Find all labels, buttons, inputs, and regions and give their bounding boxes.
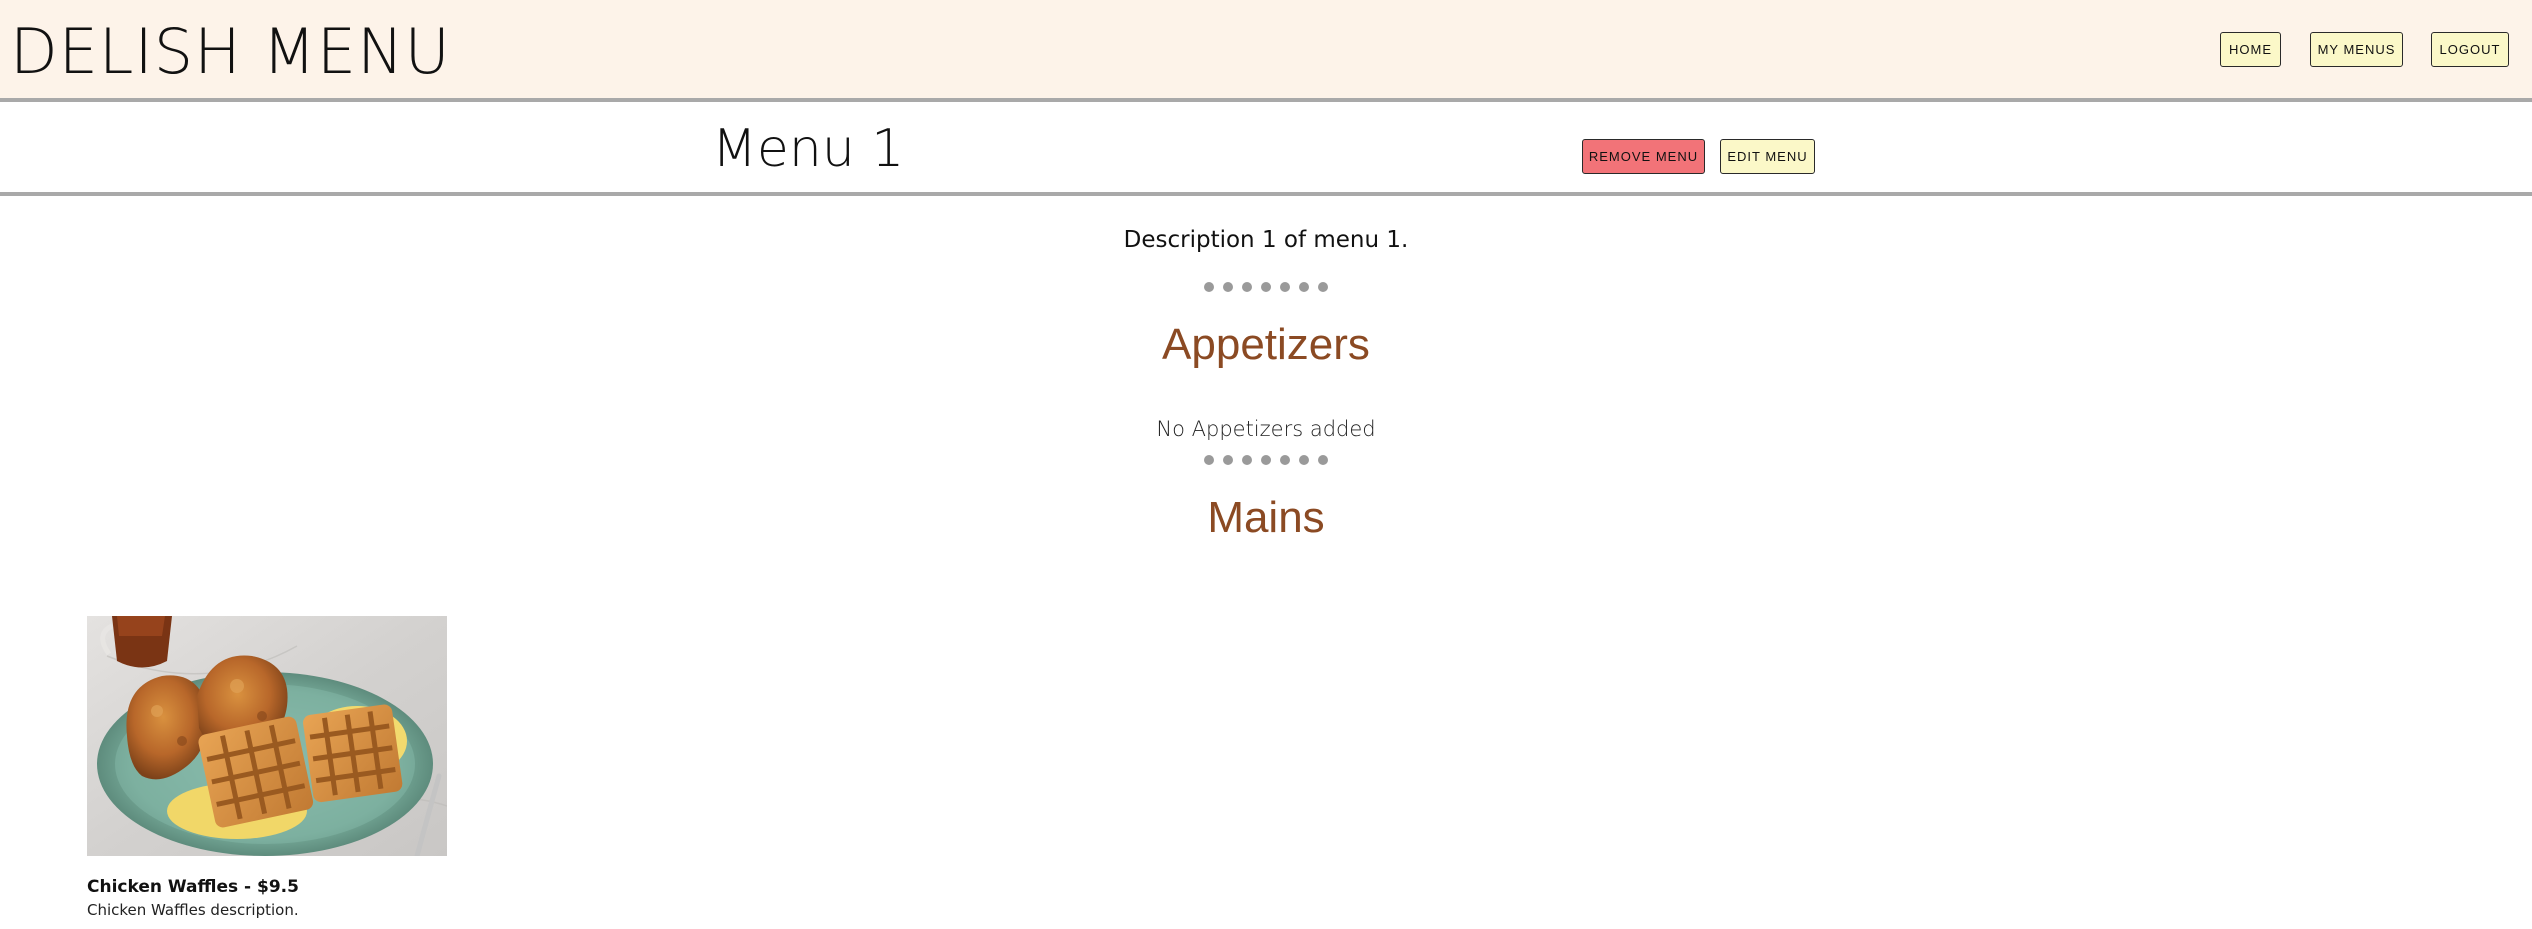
logout-button[interactable]: LOGOUT [2431,32,2509,67]
remove-menu-button[interactable]: REMOVE MENU [1582,139,1705,174]
section-divider-dots [0,282,2532,292]
dish-photo[interactable] [87,616,447,856]
section-divider-dots [0,455,2532,465]
dish-card[interactable]: Chicken Waffles - $9.5 Chicken Waffles d… [87,616,447,920]
menu-description: Description 1 of menu 1. [1123,227,1409,253]
section-title-mains: Mains [1207,493,1325,542]
my-menus-button[interactable]: MY MENUS [2310,32,2403,67]
dish-name-price: Chicken Waffles - $9.5 [87,877,299,897]
edit-menu-button[interactable]: EDIT MENU [1720,139,1815,174]
home-button[interactable]: HOME [2220,32,2281,67]
section-title-appetizers: Appetizers [1162,320,1370,369]
appetizers-empty-note: No Appetizers added [1156,417,1376,441]
menu-header-bar: Menu 1 REMOVE MENU EDIT MENU [0,102,2532,196]
brand-title: DELISH MENU [10,15,451,88]
dish-description: Chicken Waffles description. [87,901,299,919]
menu-title: Menu 1 [712,119,905,179]
top-nav-bar: DELISH MENU HOME MY MENUS LOGOUT [0,0,2532,102]
